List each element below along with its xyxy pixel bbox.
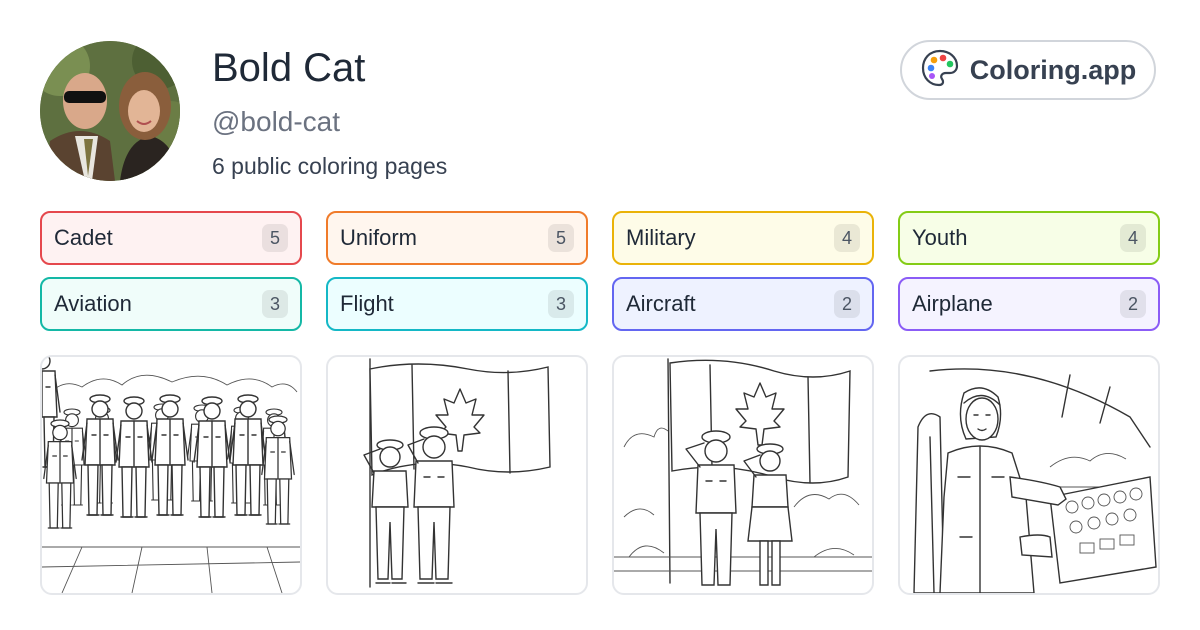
tag-count: 2	[834, 290, 860, 318]
tag-uniform[interactable]: Uniform 5	[326, 211, 588, 265]
tag-count: 5	[262, 224, 288, 252]
page-count: 6 public coloring pages	[212, 153, 448, 179]
brand-link[interactable]: Coloring.app	[900, 40, 1156, 100]
palette-icon	[920, 48, 960, 93]
tag-flight[interactable]: Flight 3	[326, 277, 588, 331]
tag-label: Aviation	[54, 291, 132, 316]
brand-label: Coloring.app	[969, 54, 1137, 85]
tag-label: Youth	[912, 225, 968, 250]
tag-count: 4	[1120, 224, 1146, 252]
tag-youth[interactable]: Youth 4	[898, 211, 1160, 265]
avatar-photo	[40, 41, 180, 181]
tag-label: Airplane	[912, 291, 993, 316]
tag-aviation[interactable]: Aviation 3	[40, 277, 302, 331]
tag-label: Flight	[340, 291, 394, 316]
tag-count: 4	[834, 224, 860, 252]
thumbnail-cadets-formation	[42, 357, 300, 593]
coloring-page-thumbnail[interactable]	[40, 355, 302, 595]
thumbnail-pilot-cockpit	[913, 368, 1157, 593]
tag-count: 3	[548, 290, 574, 318]
coloring-page-thumbnail[interactable]	[326, 355, 588, 595]
tag-count: 3	[262, 290, 288, 318]
coloring-page-thumbnail[interactable]	[612, 355, 874, 595]
thumbnail-cadets-flag-outdoors	[614, 358, 872, 586]
tag-count: 2	[1120, 290, 1146, 318]
tag-label: Cadet	[54, 225, 113, 250]
tag-cadet[interactable]: Cadet 5	[40, 211, 302, 265]
profile-name: Bold Cat	[212, 46, 366, 90]
coloring-page-thumbnail[interactable]	[898, 355, 1160, 595]
tag-count: 5	[548, 224, 574, 252]
tag-label: Uniform	[340, 225, 418, 250]
tag-label: Military	[626, 225, 696, 250]
tag-aircraft[interactable]: Aircraft 2	[612, 277, 874, 331]
tag-military[interactable]: Military 4	[612, 211, 874, 265]
thumbnail-cadets-flag	[363, 358, 551, 588]
avatar[interactable]	[40, 41, 180, 181]
tag-label: Aircraft	[626, 291, 696, 316]
profile-handle: @bold-cat	[212, 106, 341, 137]
tag-airplane[interactable]: Airplane 2	[898, 277, 1160, 331]
